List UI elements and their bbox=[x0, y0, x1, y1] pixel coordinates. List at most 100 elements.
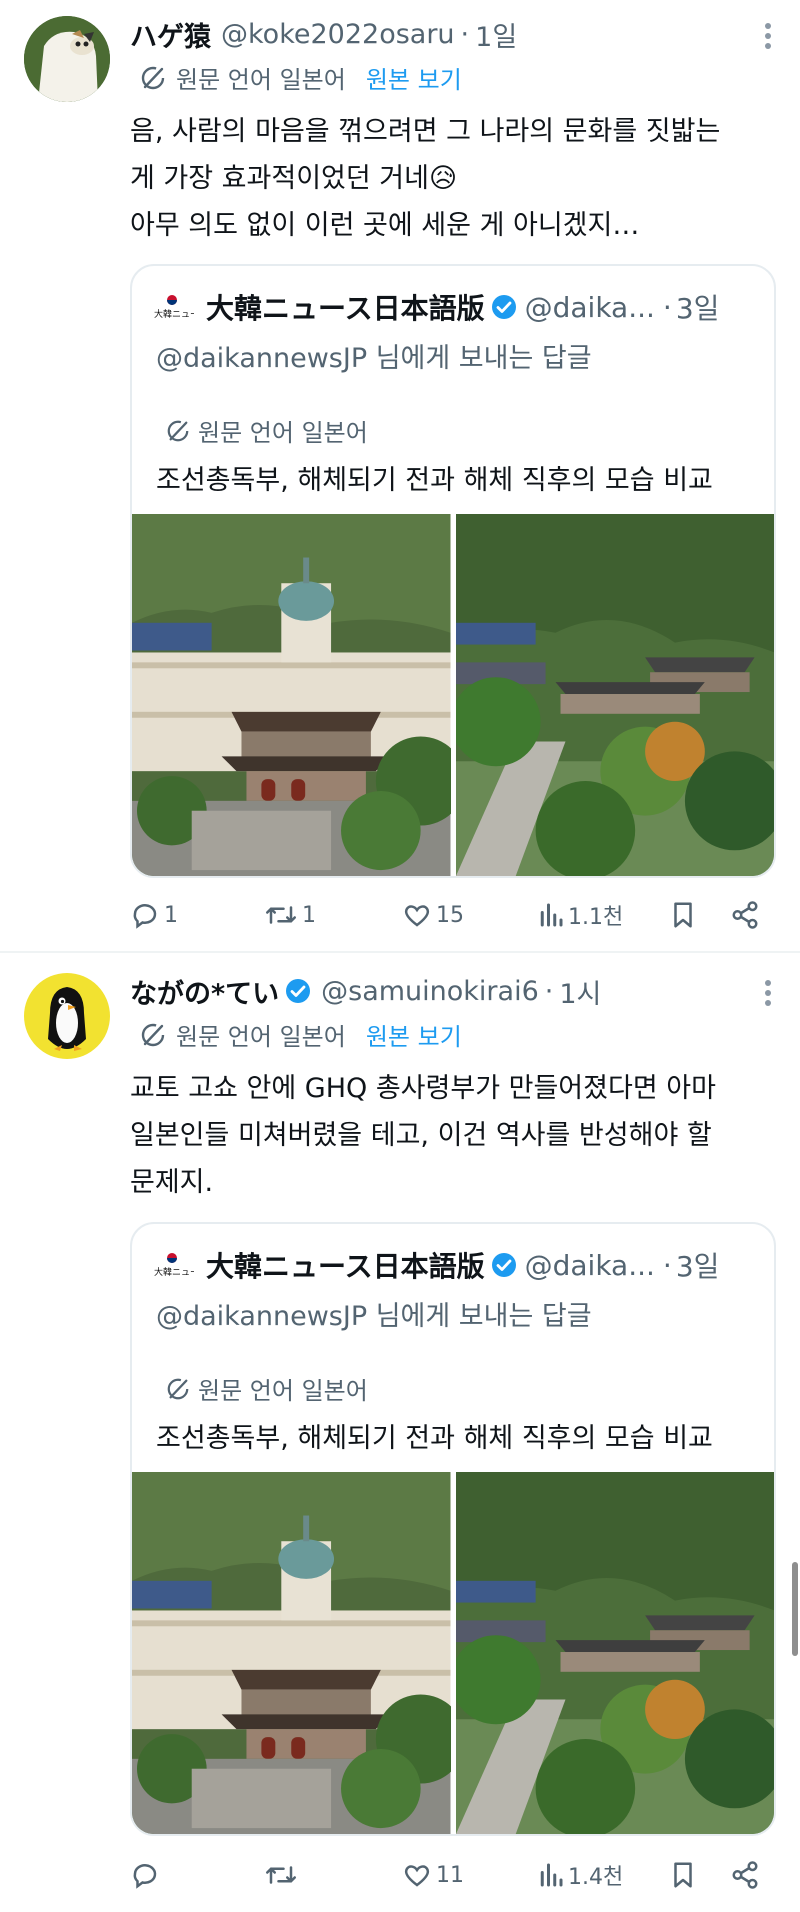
reply-count: 1 bbox=[164, 902, 178, 928]
view-count: 1.4천 bbox=[568, 1865, 624, 1890]
tweet-text-line: 아무 의도 없이 이런 곳에 세운 게 아니겠지… bbox=[130, 210, 640, 241]
quoted-tweet-text: 조선총독부, 해체되기 전과 해체 직후의 모습 비교 bbox=[156, 1423, 713, 1454]
view-count: 1.1천 bbox=[568, 905, 624, 930]
like-icon bbox=[404, 905, 430, 927]
photo-before[interactable] bbox=[132, 1472, 451, 1834]
tweet[interactable]: ながの*てい @samuinokirai6 · 1시 원문 언어 일본어 원본 … bbox=[0, 957, 800, 1912]
more-icon[interactable] bbox=[762, 18, 774, 54]
views-button[interactable]: 1.4천 bbox=[538, 1859, 623, 1891]
translation-label: 원문 언어 일본어 bbox=[198, 419, 368, 447]
tweet-text: 교토 고쇼 안에 GHQ 총사령부가 만들어졌다면 아마 일본인들 미쳐버렸을 … bbox=[130, 1065, 770, 1206]
quoted-tweet-header: 大韓ニュース 大韓ニュース日本語版 @daika... · 3일 bbox=[154, 1244, 758, 1286]
like-count: 15 bbox=[436, 902, 464, 928]
avatar[interactable] bbox=[24, 16, 110, 102]
action-bar: 11 1.4천 bbox=[130, 1855, 778, 1895]
retweet-button[interactable]: 1 bbox=[264, 900, 316, 930]
verified-icon bbox=[491, 294, 517, 320]
like-button[interactable]: 11 bbox=[402, 1860, 464, 1890]
retweet-icon bbox=[266, 1866, 296, 1884]
separator-dot: · bbox=[544, 975, 554, 1007]
bookmark-button[interactable] bbox=[670, 900, 696, 930]
like-count: 11 bbox=[436, 1862, 464, 1888]
photo-after[interactable] bbox=[455, 514, 774, 876]
translation-label: 원문 언어 일본어 bbox=[176, 1023, 346, 1051]
share-button[interactable] bbox=[730, 900, 760, 930]
reply-button[interactable] bbox=[130, 1860, 164, 1890]
tweet-text: 음, 사람의 마음을 꺾으려면 그 나라의 문화를 짓밟는 게 가장 효과적이었… bbox=[130, 108, 770, 249]
translation-label: 원문 언어 일본어 bbox=[176, 66, 346, 94]
quoted-tweet-header: 大韓ニュース 大韓ニュース日本語版 @daika... · 3일 bbox=[154, 286, 758, 328]
views-icon bbox=[540, 903, 563, 927]
bookmark-button[interactable] bbox=[670, 1860, 696, 1890]
show-original-link[interactable]: 원본 보기 bbox=[366, 1017, 462, 1052]
retweet-button[interactable] bbox=[264, 1860, 302, 1890]
retweet-icon bbox=[266, 906, 296, 924]
reply-context: @daikannewsJP 님에게 보내는 답글 bbox=[156, 1301, 592, 1332]
share-icon bbox=[732, 1861, 758, 1889]
photo-before[interactable] bbox=[132, 514, 451, 876]
show-original-link[interactable]: 원본 보기 bbox=[366, 60, 462, 95]
quoted-translation-notice: 원문 언어 일본어 bbox=[166, 1371, 368, 1406]
like-button[interactable]: 15 bbox=[402, 900, 464, 930]
quoted-display-name[interactable]: 大韓ニュース日本語版 bbox=[206, 287, 485, 327]
svg-text:大韓ニュース: 大韓ニュース bbox=[154, 308, 194, 320]
scrollbar[interactable] bbox=[792, 1562, 798, 1656]
avatar-image bbox=[24, 973, 110, 1059]
share-icon bbox=[732, 901, 758, 929]
translate-icon bbox=[167, 420, 189, 441]
timestamp[interactable]: 1시 bbox=[559, 972, 601, 1011]
quoted-tweet[interactable]: 大韓ニュース 大韓ニュース日本語版 @daika... · 3일 @daikan… bbox=[130, 1222, 776, 1836]
bookmark-icon bbox=[674, 902, 692, 928]
share-button[interactable] bbox=[730, 1860, 760, 1890]
news-logo-icon: 大韓ニュース bbox=[154, 292, 208, 322]
quoted-tweet-text: 조선총독부, 해체되기 전과 해체 직후의 모습 비교 bbox=[156, 465, 713, 496]
handle[interactable]: @samuinokirai6 bbox=[321, 976, 539, 1007]
tweet-divider bbox=[0, 951, 800, 953]
bookmark-icon bbox=[674, 1862, 692, 1888]
verified-icon bbox=[285, 978, 311, 1004]
svg-text:大韓ニュース: 大韓ニュース bbox=[154, 1266, 194, 1278]
quoted-display-name[interactable]: 大韓ニュース日本語版 bbox=[206, 1245, 485, 1285]
reply-button[interactable]: 1 bbox=[130, 900, 178, 930]
more-icon[interactable] bbox=[762, 975, 774, 1011]
quoted-handle[interactable]: @daika... bbox=[525, 291, 655, 324]
translate-icon bbox=[167, 1378, 189, 1399]
reply-context: @daikannewsJP 님에게 보내는 답글 bbox=[156, 343, 592, 374]
quoted-translation-notice: 원문 언어 일본어 bbox=[166, 413, 368, 448]
tweet-text-line: 일본인들 미쳐버렸을 테고, 이건 역사를 반성해야 할 bbox=[130, 1120, 712, 1151]
tweet-header: ながの*てい @samuinokirai6 · 1시 bbox=[130, 971, 744, 1011]
separator-dot: · bbox=[662, 290, 672, 324]
tweet-text-line: 문제지. bbox=[130, 1167, 214, 1198]
tweet-text-line: 게 가장 효과적이었던 거네😥 bbox=[130, 163, 458, 194]
photo-after[interactable] bbox=[455, 1472, 774, 1834]
avatar-image bbox=[24, 16, 110, 102]
translation-notice: 원문 언어 일본어 원본 보기 bbox=[140, 60, 462, 95]
handle[interactable]: @koke2022osaru bbox=[221, 19, 455, 50]
media-grid bbox=[132, 1472, 774, 1834]
media-grid bbox=[132, 514, 774, 876]
translate-icon bbox=[141, 1023, 165, 1046]
quoted-timestamp: 3일 bbox=[675, 292, 720, 325]
separator-dot: · bbox=[662, 1248, 672, 1282]
quoted-tweet[interactable]: 大韓ニュース 大韓ニュース日本語版 @daika... · 3일 @daikan… bbox=[130, 264, 776, 878]
like-icon bbox=[404, 1865, 430, 1887]
separator-dot: · bbox=[460, 18, 470, 50]
display-name[interactable]: ながの*てい bbox=[130, 972, 279, 1011]
views-button[interactable]: 1.1천 bbox=[538, 899, 623, 931]
action-bar: 1 1 15 1.1천 bbox=[130, 895, 778, 935]
display-name[interactable]: ハゲ猿 bbox=[130, 15, 211, 54]
reply-icon bbox=[133, 1864, 157, 1889]
verified-icon bbox=[491, 1252, 517, 1278]
quoted-handle[interactable]: @daika... bbox=[525, 1249, 655, 1282]
tweet-text-line: 음, 사람의 마음을 꺾으려면 그 나라의 문화를 짓밟는 bbox=[130, 116, 721, 147]
tweet[interactable]: ハゲ猿 @koke2022osaru · 1일 원문 언어 일본어 원본 보기 … bbox=[0, 0, 800, 950]
timestamp[interactable]: 1일 bbox=[475, 15, 517, 54]
quoted-timestamp: 3일 bbox=[675, 1250, 720, 1283]
avatar[interactable] bbox=[24, 973, 110, 1059]
news-logo-icon: 大韓ニュース bbox=[154, 1250, 208, 1280]
retweet-count: 1 bbox=[302, 902, 316, 928]
translation-notice: 원문 언어 일본어 원본 보기 bbox=[140, 1017, 462, 1052]
views-icon bbox=[540, 1863, 563, 1887]
translation-label: 원문 언어 일본어 bbox=[198, 1377, 368, 1405]
translate-icon bbox=[141, 66, 165, 89]
